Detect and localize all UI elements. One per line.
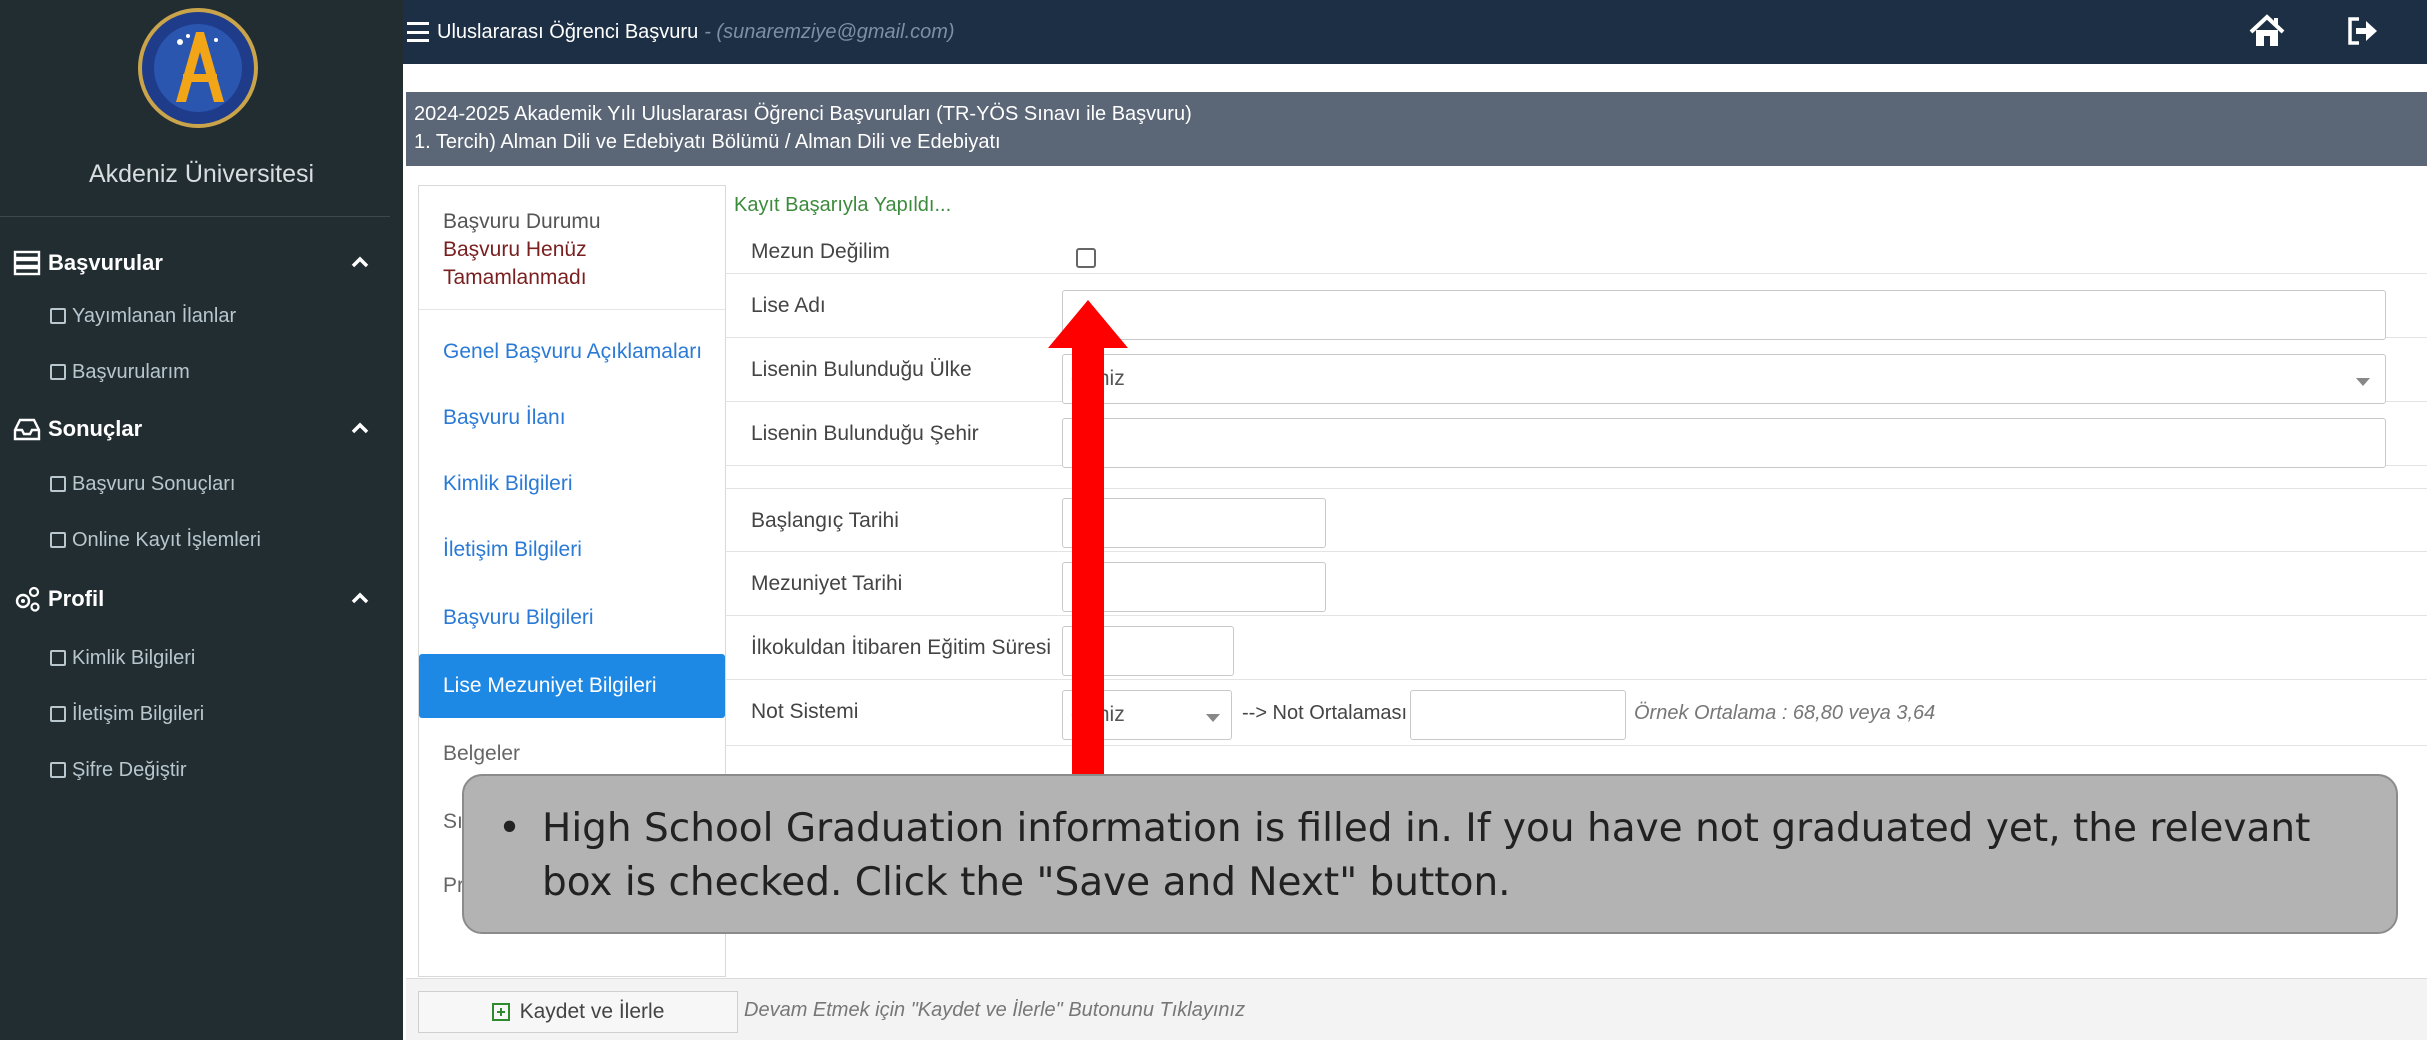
sidebar-item-label: Başvuru Sonuçları <box>72 472 236 495</box>
sidebar-section-label: Başvurular <box>48 250 163 275</box>
gears-icon <box>15 586 40 612</box>
nav-basvuru-bilgileri[interactable]: Başvuru Bilgileri <box>419 586 725 650</box>
save-and-next-button[interactable]: Kaydet ve İlerle <box>418 991 738 1033</box>
nav-kimlik-bilgileri[interactable]: Kimlik Bilgileri <box>419 452 725 516</box>
instruction-callout: High School Graduation information is fi… <box>462 774 2398 934</box>
square-icon <box>50 476 66 492</box>
square-icon <box>50 762 66 778</box>
status-value-line-2: Tamamlanmadı <box>443 266 587 289</box>
brand-name: Akdeniz Üniversitesi <box>88 160 315 188</box>
graduation-date-label: Mezuniyet Tarihi <box>751 572 903 595</box>
school-city-input[interactable] <box>1062 418 2386 468</box>
not-graduated-label: Mezun Değilim <box>751 240 890 263</box>
grading-system-label: Not Sistemi <box>751 700 859 723</box>
app-title: Uluslararası Öğrenci Başvuru <box>437 20 699 43</box>
nav-lise-mezuniyet-bilgileri[interactable]: Lise Mezuniyet Bilgileri <box>419 654 725 718</box>
sidebar-item-label: Kimlik Bilgileri <box>72 646 196 669</box>
education-duration-label: İlkokuldan İtibaren Eğitim Süresi <box>751 636 1051 659</box>
save-and-next-label: Kaydet ve İlerle <box>519 1000 665 1023</box>
start-date-label: Başlangıç Tarihi <box>751 509 899 532</box>
server-stack-icon <box>13 250 41 276</box>
form-row-graduation-date: Mezuniyet Tarihi <box>726 552 2427 616</box>
annotation-arrow-icon <box>1048 300 1128 780</box>
home-icon[interactable] <box>2249 14 2285 48</box>
square-icon <box>50 364 66 380</box>
square-icon <box>50 706 66 722</box>
form-row-start-date: Başlangıç Tarihi <box>726 488 2427 552</box>
square-icon <box>50 532 66 548</box>
square-icon <box>50 308 66 324</box>
sidebar-section-label: Sonuçlar <box>48 416 143 441</box>
sidebar-item-label: Yayımlanan İlanlar <box>72 304 237 327</box>
application-breadcrumb: 2024-2025 Akademik Yılı Uluslararası Öğr… <box>406 92 2427 166</box>
breadcrumb-line-1: 2024-2025 Akademik Yılı Uluslararası Öğr… <box>414 103 1192 125</box>
nav-basvuru-ilani[interactable]: Başvuru İlanı <box>419 386 725 450</box>
school-country-label: Lisenin Bulunduğu Ülke <box>751 358 972 381</box>
footer-hint: Devam Etmek için "Kaydet ve İlerle" Buto… <box>744 999 1246 1021</box>
gpa-example-hint: Örnek Ortalama : 68,80 veya 3,64 <box>1634 702 1936 724</box>
sidebar-item-yayimlanan-ilanlar[interactable]: Yayımlanan İlanlar <box>50 290 236 342</box>
school-country-select[interactable]: eçiniz <box>1062 354 2386 404</box>
university-logo <box>138 2 258 140</box>
top-header: Uluslararası Öğrenci Başvuru - (sunaremz… <box>403 0 2427 64</box>
inbox-icon <box>13 418 41 441</box>
sidebar-item-label: Başvurularım <box>72 360 190 383</box>
sidebar-item-iletisim-bilgileri[interactable]: İletişim Bilgileri <box>50 688 204 740</box>
chevron-up-icon <box>351 422 369 434</box>
sidebar-item-kimlik-bilgileri[interactable]: Kimlik Bilgileri <box>50 632 195 684</box>
sidebar-section-label: Profil <box>48 586 105 611</box>
not-graduated-checkbox[interactable] <box>1076 248 1096 268</box>
sidebar-section-basvurular[interactable]: Başvurular <box>12 236 382 290</box>
square-icon <box>50 650 66 666</box>
chevron-up-icon <box>351 592 369 604</box>
gpa-label: --> Not Ortalaması <box>1242 702 1408 724</box>
sidebar-item-sifre-degistir[interactable]: Şifre Değiştir <box>50 744 186 796</box>
status-value-line-1: Başvuru Henüz <box>443 238 587 261</box>
application-status: Başvuru Durumu Başvuru Henüz Tamamlanmad… <box>419 186 725 310</box>
sidebar-section-profil[interactable]: Profil <box>12 572 382 626</box>
menu-icon[interactable] <box>407 22 429 42</box>
chevron-down-icon <box>1206 714 1220 722</box>
callout-text: High School Graduation information is fi… <box>498 802 2356 910</box>
sign-out-icon[interactable] <box>2345 14 2379 48</box>
sidebar-item-basvurularim[interactable]: Başvurularım <box>50 346 190 398</box>
sidebar-item-label: İletişim Bilgileri <box>72 702 205 725</box>
success-message: Kayıt Başarıyla Yapıldı... <box>734 194 952 216</box>
user-email: - (sunaremziye@gmail.com) <box>704 20 955 43</box>
sidebar-section-sonuclar[interactable]: Sonuçlar <box>12 402 382 456</box>
sidebar-item-label: Online Kayıt İşlemleri <box>72 528 261 551</box>
breadcrumb-line-2: 1. Tercih) Alman Dili ve Edebiyatı Bölüm… <box>414 131 1001 153</box>
school-city-label: Lisenin Bulunduğu Şehir <box>751 422 979 445</box>
sidebar-item-online-kayit[interactable]: Online Kayıt İşlemleri <box>50 514 261 566</box>
sidebar-divider <box>0 216 390 217</box>
sidebar: Akdeniz Üniversitesi Başvurular Yayımlan… <box>0 0 403 1040</box>
school-name-input[interactable] <box>1062 290 2386 340</box>
sidebar-item-label: Şifre Değiştir <box>72 758 187 781</box>
plus-square-icon <box>491 1003 510 1021</box>
form-row-not-graduated: Mezun Değilim <box>726 228 2427 274</box>
nav-iletisim-bilgileri[interactable]: İletişim Bilgileri <box>419 518 725 582</box>
chevron-up-icon <box>351 256 369 268</box>
chevron-down-icon <box>2356 378 2370 386</box>
form-footer: Kaydet ve İlerle Devam Etmek için "Kayde… <box>406 978 2427 1040</box>
form-row-education-duration: İlkokuldan İtibaren Eğitim Süresi <box>726 616 2427 680</box>
nav-genel-aciklamalar[interactable]: Genel Başvuru Açıklamaları <box>419 320 725 384</box>
status-label: Başvuru Durumu <box>443 210 601 233</box>
gpa-input[interactable] <box>1410 690 1626 740</box>
sidebar-item-basvuru-sonuclari[interactable]: Başvuru Sonuçları <box>50 458 235 510</box>
school-name-label: Lise Adı <box>751 294 826 317</box>
